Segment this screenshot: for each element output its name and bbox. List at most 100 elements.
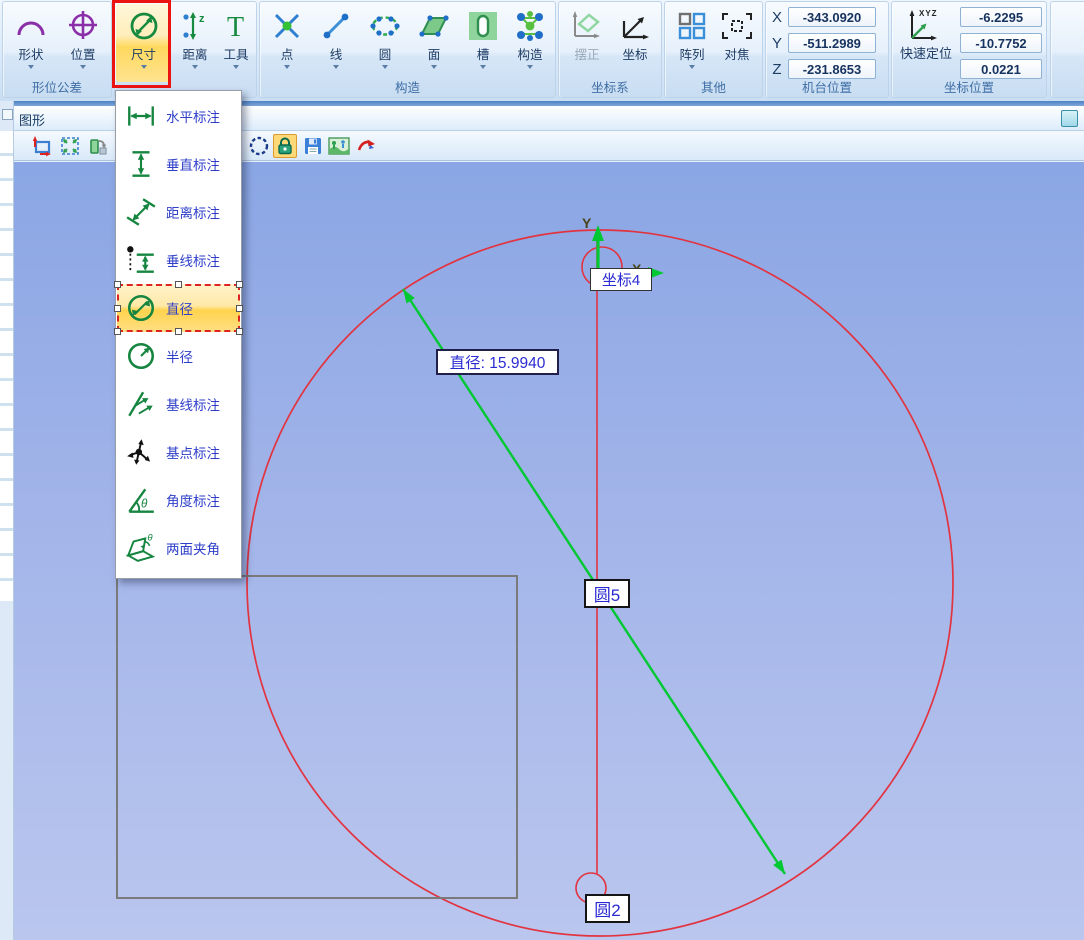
- scene-button[interactable]: [327, 134, 351, 158]
- menu-item-vertical-dim[interactable]: 垂直标注: [117, 140, 240, 188]
- slot-button[interactable]: 槽: [460, 4, 506, 82]
- dimension-dropdown-menu: 水平标注 垂直标注 距离标注 垂线标注 直径: [115, 90, 242, 579]
- menu-item-dihedral-angle[interactable]: θ 两面夹角: [117, 524, 240, 572]
- chevron-down-icon: [527, 65, 533, 69]
- chevron-down-icon: [284, 65, 290, 69]
- construct-button[interactable]: 构造: [507, 4, 553, 82]
- distance-icon: z: [180, 4, 210, 48]
- lock-view-button[interactable]: [273, 134, 297, 158]
- baseline-dim-icon: [124, 387, 158, 421]
- plane-button[interactable]: 面: [411, 4, 457, 82]
- dihedral-angle-icon: θ: [124, 531, 158, 565]
- tab-graphics[interactable]: 图形: [19, 110, 45, 129]
- dimension-button[interactable]: 尺寸: [116, 4, 171, 82]
- quick-locate-button[interactable]: XYZ 快速定位: [894, 6, 958, 61]
- menu-item-label: 两面夹角: [166, 538, 220, 558]
- coord-button[interactable]: 坐标: [613, 4, 657, 82]
- dimension-icon: [127, 4, 161, 48]
- coordinate4-label[interactable]: 坐标4: [590, 268, 652, 291]
- button-label: 阵列: [679, 48, 704, 62]
- button-label: 尺寸: [131, 48, 156, 62]
- shape-button[interactable]: 形状: [7, 4, 55, 82]
- machine-x-value: -343.0920: [788, 7, 876, 27]
- chevron-down-icon: [192, 65, 198, 69]
- group-label: 构造: [260, 81, 555, 96]
- svg-text:XYZ: XYZ: [919, 9, 938, 18]
- selection-handle: [114, 281, 121, 288]
- menu-item-distance-dim[interactable]: 距离标注: [117, 188, 240, 236]
- pan-view-icon: [31, 135, 53, 157]
- svg-text:θ: θ: [141, 497, 148, 510]
- align-button[interactable]: 摆正: [565, 4, 609, 82]
- group-label: 其他: [665, 81, 762, 96]
- array-button[interactable]: 阵列: [671, 4, 713, 82]
- menu-item-baseline-dim[interactable]: 基线标注: [117, 380, 240, 428]
- mirror-view-button[interactable]: [86, 134, 110, 158]
- selection-handle: [236, 305, 243, 312]
- button-label: 位置: [70, 48, 95, 62]
- collapsed-side-panel[interactable]: [0, 101, 14, 940]
- menu-item-label: 半径: [166, 346, 193, 366]
- menu-item-label: 水平标注: [166, 106, 220, 126]
- point-button[interactable]: 点: [264, 4, 310, 82]
- cmm-software-window: 形状 位置 形位公差 尺寸 z: [0, 0, 1084, 940]
- line-icon: [320, 4, 352, 48]
- menu-item-radius[interactable]: 半径: [117, 332, 240, 380]
- redo-arrow-icon: [356, 136, 378, 156]
- circle-button[interactable]: 圆: [362, 4, 408, 82]
- perpendicular-dim-icon: [124, 243, 158, 277]
- point-icon: [271, 4, 303, 48]
- coord-icon: [618, 4, 652, 48]
- ribbon-group-construct: 点 线 圆 面: [259, 1, 556, 98]
- group-label: 坐标系: [559, 81, 661, 96]
- circle-tool-button[interactable]: [247, 134, 271, 158]
- diameter-arrowhead-end: [773, 860, 785, 874]
- coord-x-row: -6.2295: [960, 6, 1042, 28]
- distance-dim-icon: [124, 195, 158, 229]
- line-button[interactable]: 线: [313, 4, 359, 82]
- focus-button[interactable]: 对焦: [716, 4, 758, 82]
- plane-icon: [417, 4, 451, 48]
- panel-row-lines: [0, 131, 13, 601]
- ribbon-group-other: 阵列 对焦 其他: [664, 1, 763, 98]
- selection-handle: [175, 281, 182, 288]
- menu-item-perpendicular-dim[interactable]: 垂线标注: [117, 236, 240, 284]
- distance-button[interactable]: z 距离: [175, 4, 215, 82]
- lock-icon: [275, 136, 295, 156]
- panel-collapse-icon[interactable]: [2, 109, 13, 120]
- pan-view-button[interactable]: [30, 134, 54, 158]
- selection-handle: [114, 328, 121, 335]
- menu-item-diameter[interactable]: 直径: [117, 284, 240, 332]
- diameter-value-label[interactable]: 直径: 15.9940: [436, 349, 559, 375]
- button-label: 工具: [223, 48, 248, 62]
- position-button[interactable]: 位置: [59, 4, 107, 82]
- panel-toggle-icon[interactable]: [1061, 110, 1078, 127]
- tools-button[interactable]: T 工具: [217, 4, 255, 82]
- menu-item-horizontal-dim[interactable]: 水平标注: [117, 92, 240, 140]
- save-button[interactable]: [301, 134, 325, 158]
- menu-item-angle-dim[interactable]: θ 角度标注: [117, 476, 240, 524]
- menu-item-label: 角度标注: [166, 490, 220, 510]
- button-label: 槽: [477, 48, 490, 62]
- ribbon-group-coordinate-system: 摆正 坐标 坐标系: [558, 1, 662, 98]
- fit-view-button[interactable]: [58, 134, 82, 158]
- axis-letter: Y: [766, 35, 788, 52]
- button-label: 摆正: [574, 48, 599, 62]
- fit-view-icon: [59, 135, 81, 157]
- ribbon-group-dimension: 尺寸 z 距离 T 工具: [114, 1, 257, 98]
- rectangle-feature[interactable]: [117, 576, 517, 898]
- svg-text:T: T: [227, 12, 244, 42]
- menu-item-basepoint-dim[interactable]: 基点标注: [117, 428, 240, 476]
- ribbon-group-machine-position: X -343.0920 Y -511.2989 Z -231.8653 机台位置: [765, 1, 889, 98]
- button-label: 对焦: [724, 48, 749, 62]
- coord-x-value: -6.2295: [960, 7, 1042, 27]
- circle2-label[interactable]: 圆2: [585, 894, 630, 923]
- array-icon: [676, 4, 708, 48]
- circle5-label[interactable]: 圆5: [584, 579, 630, 608]
- focus-icon: [720, 4, 754, 48]
- chevron-down-icon: [233, 65, 239, 69]
- horizontal-dim-icon: [124, 99, 158, 133]
- redo-button[interactable]: [355, 134, 379, 158]
- machine-y-row: Y -511.2989: [766, 32, 876, 54]
- mirror-view-icon: [87, 135, 109, 157]
